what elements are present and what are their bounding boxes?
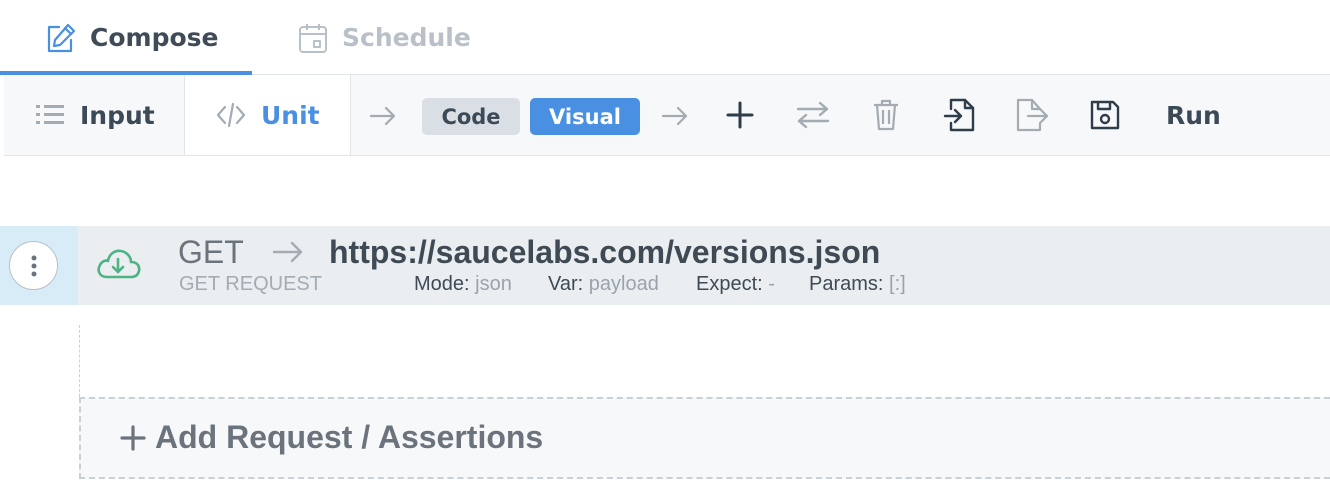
run-button[interactable]: Run [1166,75,1221,155]
toolbar: Input Unit Code Visual Run [4,75,1330,156]
tab-unit[interactable]: Unit [185,75,351,155]
add-request-button[interactable]: Add Request / Assertions [119,419,543,456]
edit-icon [44,21,78,55]
meta-expect-value: - [768,273,775,295]
run-label: Run [1166,100,1221,130]
arrow-right-icon [661,106,688,126]
code-toggle-label: Code [441,104,501,129]
meta-var-value: payload [588,273,659,295]
tab-input-label: Input [80,100,155,130]
meta-mode-value: json [475,273,512,295]
request-gutter [0,226,78,305]
arrow-right-icon [369,106,396,126]
tab-schedule[interactable]: Schedule [296,0,471,75]
import-button[interactable] [942,97,978,133]
plus-icon [120,424,146,451]
delete-button[interactable] [868,97,904,133]
tree-guide-line [79,325,80,397]
export-icon [1016,98,1049,132]
request-menu-button[interactable] [9,241,58,290]
meta-var: Var: payload [548,273,659,296]
meta-params: Params: [:] [809,273,906,296]
meta-mode: Mode: json [414,273,512,296]
trash-icon [874,99,898,131]
code-toggle-button[interactable]: Code [422,98,520,135]
meta-mode-key: Mode: [414,273,470,295]
top-tab-bar: Compose Schedule [0,0,1330,75]
code-icon [215,99,247,131]
list-icon [34,99,66,131]
request-type: GET REQUEST [179,273,322,295]
save-icon [1090,100,1120,130]
add-request-label: Add Request / Assertions [155,419,544,455]
meta-params-value: [:] [889,273,906,295]
add-request-area[interactable]: Add Request / Assertions [79,397,1330,479]
import-icon [943,98,975,132]
tab-compose-label: Compose [90,23,219,52]
meta-var-key: Var: [548,273,584,295]
visual-toggle-label: Visual [549,104,621,129]
calendar-icon [296,21,330,55]
add-button[interactable] [722,97,758,133]
export-button[interactable] [1014,97,1050,133]
swap-icon [796,101,830,129]
meta-expect-key: Expect: [696,273,763,295]
meta-expect: Expect: - [696,273,775,296]
tab-input[interactable]: Input [4,75,185,155]
request-method: GET [178,234,244,270]
tab-schedule-label: Schedule [342,23,471,52]
save-button[interactable] [1087,97,1123,133]
request-row[interactable]: GET https://saucelabs.com/versions.json … [0,226,1330,305]
tab-unit-label: Unit [261,100,320,130]
visual-toggle-button[interactable]: Visual [530,98,640,135]
cloud-download-icon [97,249,141,279]
meta-params-key: Params: [809,273,884,295]
tab-compose[interactable]: Compose [44,0,218,75]
request-url: https://saucelabs.com/versions.json [329,234,881,270]
plus-icon [726,101,754,129]
arrow-right-icon [272,241,303,263]
more-vertical-icon [31,255,36,276]
swap-button[interactable] [795,97,831,133]
